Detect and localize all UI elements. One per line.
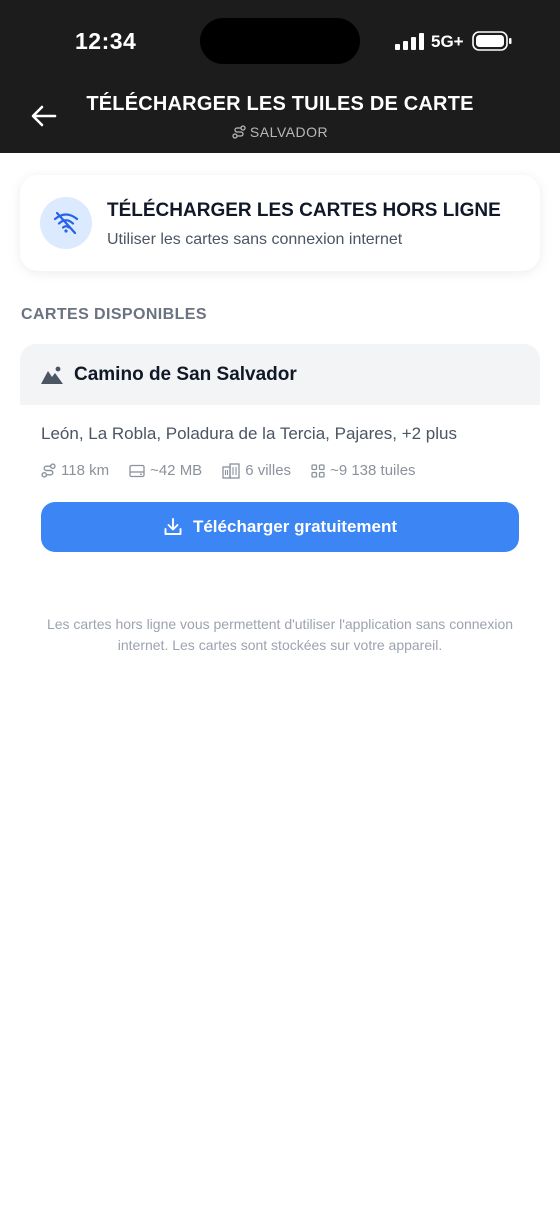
wifi-off-icon [53, 211, 79, 235]
stat-size: ~42 MB [129, 462, 202, 479]
top-bar: 12:34 5G+ TÉLÉCHARGER LES TUILES DE CART… [0, 0, 560, 153]
footnote: Les cartes hors ligne vous permettent d'… [46, 616, 514, 653]
stat-size-value: ~42 MB [150, 462, 203, 479]
route-stats: 118 km ~42 MB 6 villes ~9 138 tuiles [41, 462, 436, 479]
offline-maps-card: TÉLÉCHARGER LES CARTES HORS LIGNE Utilis… [20, 175, 540, 271]
stat-distance-value: 118 km [61, 462, 110, 479]
route-name: Camino de San Salvador [74, 364, 297, 385]
offline-card-description: Utiliser les cartes sans connexion inter… [107, 231, 403, 248]
stat-tiles-value: ~9 138 tuiles [330, 462, 416, 479]
grid-icon [311, 463, 325, 478]
route-card-header: Camino de San Salvador [20, 344, 540, 405]
subtitle-text: SALVADOR [249, 124, 329, 140]
mountain-icon [41, 366, 63, 384]
stat-towns-value: 6 villes [245, 462, 292, 479]
signal-icon [395, 33, 424, 50]
status-time: 12:34 [75, 28, 137, 54]
offline-card-title: TÉLÉCHARGER LES CARTES HORS LIGNE [107, 200, 501, 221]
route-icon [232, 125, 246, 139]
storage-icon [129, 464, 145, 477]
stat-tiles: ~9 138 tuiles [311, 462, 416, 479]
download-button[interactable]: Télécharger gratuitement [41, 502, 519, 552]
section-label: CARTES DISPONIBLES [21, 306, 207, 323]
page-title: TÉLÉCHARGER LES TUILES DE CARTE [86, 93, 474, 115]
page-subtitle: SALVADOR [0, 124, 560, 140]
dynamic-island [200, 18, 360, 64]
download-icon [164, 518, 182, 535]
battery-icon [472, 31, 512, 51]
stat-distance: 118 km [41, 462, 109, 479]
offline-icon-badge [40, 197, 92, 249]
network-type: 5G+ [431, 32, 464, 51]
route-towns: León, La Robla, Poladura de la Tercia, P… [41, 424, 457, 443]
stat-towns: 6 villes [222, 462, 291, 479]
buildings-icon [222, 462, 240, 479]
route-icon [41, 463, 56, 478]
download-button-label: Télécharger gratuitement [192, 517, 398, 536]
